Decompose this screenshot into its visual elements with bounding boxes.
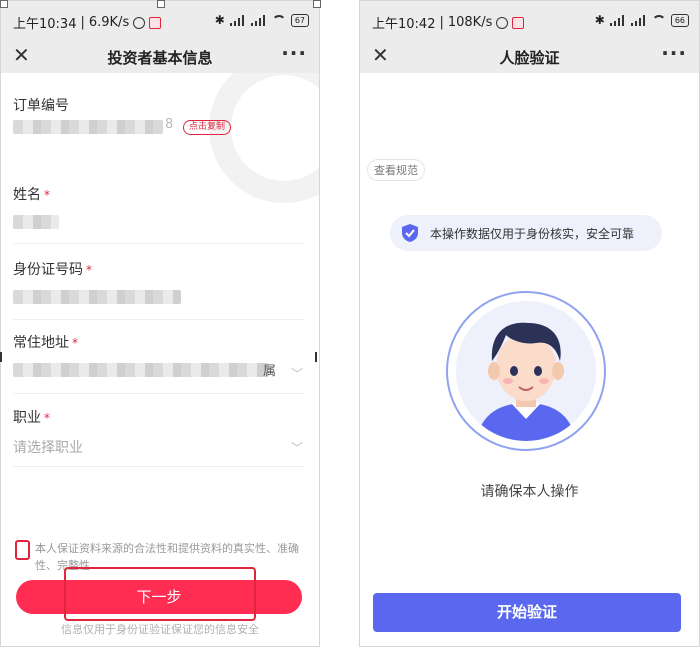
alarm-icon [496, 16, 509, 29]
agreement-text: 本人保证资料来源的合法性和提供资料的真实性、准确性、完整性 [35, 542, 299, 572]
occupation-label: 职业 * [13, 410, 50, 426]
alarm-icon [133, 16, 146, 29]
order-number-label: 订单编号 [13, 98, 69, 114]
page-title: 投资者基本信息 [107, 49, 213, 67]
id-number-label: 身份证号码 * [13, 262, 92, 278]
name-label: 姓名 * [13, 187, 50, 203]
chevron-down-icon[interactable]: ﹀ [291, 365, 303, 382]
divider [13, 466, 305, 467]
nav-bar: ✕ 人脸验证 ··· [360, 39, 699, 73]
view-spec-link[interactable]: 查看规范 [367, 159, 425, 181]
bluetooth-icon: ✱ [594, 13, 605, 27]
page-title: 人脸验证 [499, 49, 560, 67]
battery-icon: 67 [290, 13, 309, 27]
order-number-end: 8 [165, 117, 174, 132]
shield-check-icon [402, 224, 418, 242]
bluetooth-icon: ✱ [214, 13, 225, 27]
wifi-icon [271, 15, 286, 25]
privacy-notice-text: 本操作数据仅用于身份核实，安全可靠 [430, 227, 635, 241]
id-number-field-redacted[interactable] [13, 290, 181, 304]
investor-info-screen: 上午10:34 | 6.9K/s ✱ 67 ✕ 投资者基本信息 ··· 订单编号… [0, 0, 320, 647]
face-avatar [456, 301, 596, 441]
calendar-icon [512, 16, 525, 29]
signal-icon [250, 14, 267, 26]
more-icon[interactable]: ··· [661, 41, 687, 65]
calendar-icon [149, 16, 162, 29]
face-illustration-icon [456, 301, 596, 441]
selection-handle [315, 352, 317, 362]
name-field-redacted[interactable] [13, 215, 59, 229]
face-verification-screen: 上午10:42 | 108K/s ✱ 66 ✕ 人脸验证 ··· 查看规范 本操… [359, 0, 700, 647]
battery-icon: 66 [670, 13, 689, 27]
start-verification-button[interactable]: 开始验证 [373, 593, 681, 632]
chevron-down-icon[interactable]: ﹀ [291, 439, 303, 456]
signal-icon [630, 14, 647, 26]
signal-icon [609, 14, 626, 26]
divider [13, 319, 305, 320]
order-number-value-redacted [13, 120, 163, 134]
selection-handle [0, 0, 8, 8]
divider [13, 243, 305, 244]
signal-icon [229, 14, 246, 26]
next-step-button[interactable]: 下一步 [16, 580, 302, 614]
selection-handle [313, 0, 321, 8]
wifi-icon [651, 15, 666, 25]
address-value-end: 属 [263, 364, 277, 379]
status-speed: 6.9K/s [88, 15, 130, 30]
confirm-text: 请确保本人操作 [480, 484, 579, 500]
address-label: 常住地址 * [13, 335, 78, 351]
divider [13, 393, 305, 394]
occupation-select[interactable]: 请选择职业 [13, 437, 83, 457]
privacy-notice: 本操作数据仅用于身份核实，安全可靠 [390, 215, 662, 251]
footer-note: 信息仅用于身份证验证保证您的信息安全 [61, 623, 259, 636]
copy-button[interactable]: 点击复制 [183, 120, 232, 135]
status-time: 上午10:34 [13, 17, 77, 32]
more-icon[interactable]: ··· [281, 41, 307, 65]
status-bar: 上午10:42 | 108K/s ✱ 66 [360, 1, 699, 39]
status-speed: 108K/s [447, 15, 493, 30]
agreement-checkbox[interactable] [15, 540, 30, 560]
nav-bar: ✕ 投资者基本信息 ··· [1, 39, 319, 73]
address-field-redacted[interactable] [13, 363, 269, 377]
selection-handle [157, 0, 165, 8]
selection-handle [0, 352, 2, 362]
status-time: 上午10:42 [372, 17, 436, 32]
